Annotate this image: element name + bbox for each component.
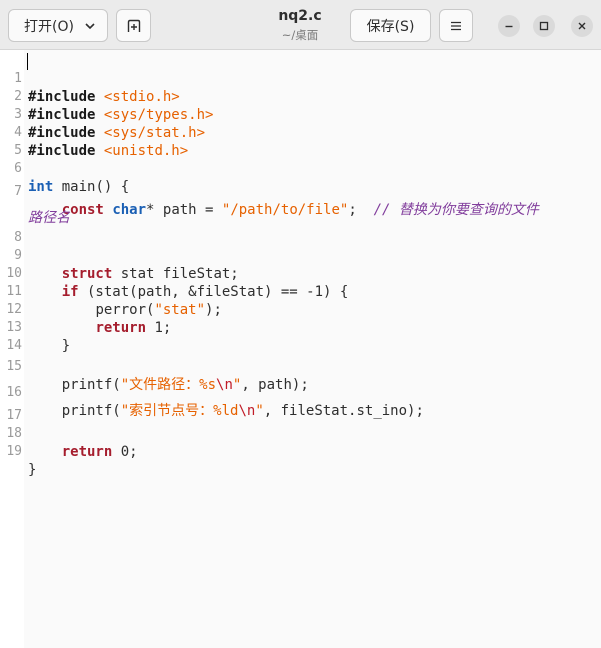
header-bar: 打开(O) nq2.c ~/桌面 保存(S) bbox=[0, 0, 601, 50]
minimize-icon bbox=[505, 25, 513, 28]
minimize-button[interactable] bbox=[498, 15, 520, 37]
document-title: nq2.c bbox=[278, 8, 322, 24]
close-button[interactable] bbox=[571, 15, 593, 37]
code-text: } bbox=[28, 462, 37, 478]
code-line: 19 } bbox=[0, 425, 601, 497]
maximize-icon bbox=[539, 21, 549, 31]
menu-button[interactable] bbox=[439, 9, 473, 42]
document-path: ~/桌面 bbox=[281, 28, 319, 42]
save-button[interactable]: 保存(S) bbox=[350, 9, 431, 42]
open-button[interactable]: 打开(O) bbox=[8, 9, 108, 42]
close-icon bbox=[578, 22, 586, 30]
hamburger-menu-icon bbox=[451, 21, 461, 30]
chevron-down-icon bbox=[85, 23, 95, 30]
open-button-label: 打开(O) bbox=[24, 18, 74, 35]
new-document-icon bbox=[127, 19, 140, 32]
new-tab-button[interactable] bbox=[116, 9, 151, 42]
maximize-button[interactable] bbox=[533, 15, 555, 37]
line-number: 19 bbox=[6, 444, 22, 459]
save-button-label: 保存(S) bbox=[366, 18, 415, 35]
code-editor[interactable]: 1 #include <stdio.h> 2 #include <sys/typ… bbox=[0, 50, 601, 648]
